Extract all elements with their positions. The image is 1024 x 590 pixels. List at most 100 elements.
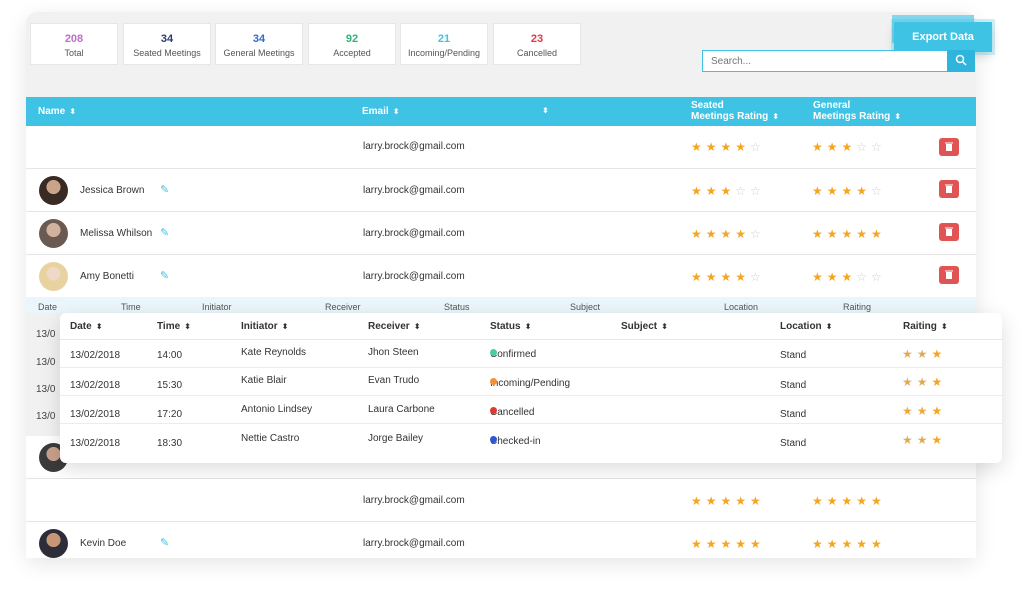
seated-rating[interactable]: ★★★★☆ — [691, 225, 765, 243]
row-name: Melissa Whilson — [80, 228, 153, 239]
meeting-initiator: Kate Reynolds — [241, 347, 307, 358]
detail-header-receiver[interactable]: Receiver ⬍ — [368, 321, 420, 332]
search-button[interactable] — [947, 50, 975, 72]
stat-general-value: 34 — [252, 33, 266, 45]
detail-header: Date ⬍ Time ⬍ Initiator ⬍ Receiver ⬍ Status ⬍… — [60, 313, 1002, 340]
avatar — [39, 262, 68, 291]
avatar — [39, 176, 68, 205]
meeting-status: Confirmed — [490, 349, 536, 360]
detail-header-status[interactable]: Status ⬍ — [490, 321, 531, 332]
sort-icon: ⬍ — [392, 107, 400, 116]
trash-icon — [945, 184, 953, 193]
delete-button[interactable] — [939, 138, 959, 156]
stat-seated[interactable]: 34 Seated Meetings — [123, 23, 211, 65]
row-email: larry.brock@gmail.com — [363, 538, 465, 549]
detail-header-time[interactable]: Time ⬍ — [157, 321, 191, 332]
detail-header-location[interactable]: Location ⬍ — [780, 321, 832, 332]
table-row[interactable]: larry.brock@gmail.com ★★★★★ ★★★★★ — [26, 479, 976, 522]
header-seated-label-1: Seated — [691, 100, 724, 111]
meeting-row[interactable]: 13/02/2018 15:30 Katie Blair Evan Trudo … — [60, 368, 1002, 396]
detail-header-date-label: Date — [70, 321, 92, 332]
detail-header-subject[interactable]: Subject ⬍ — [621, 321, 668, 332]
stat-seated-label: Seated Meetings — [133, 48, 201, 58]
table-row[interactable]: Melissa Whilson ✎ larry.brock@gmail.com … — [26, 212, 976, 255]
stat-total[interactable]: 208 Total — [30, 23, 118, 65]
delete-button[interactable] — [939, 223, 959, 241]
row-email: larry.brock@gmail.com — [363, 271, 465, 282]
detail-header-date[interactable]: Date ⬍ — [70, 321, 102, 332]
meeting-initiator: Nettie Castro — [241, 433, 300, 444]
seated-rating[interactable]: ★★★☆☆ — [691, 182, 765, 200]
detail-header-status-label: Status — [490, 321, 521, 332]
row-name: Jessica Brown — [80, 185, 145, 196]
seated-rating[interactable]: ★★★★☆ — [691, 138, 765, 156]
meeting-location: Stand — [780, 380, 807, 391]
left-date: 13/0 — [36, 384, 56, 395]
stat-accepted-value: 92 — [345, 33, 359, 45]
export-data-button[interactable]: Export Data — [894, 22, 992, 52]
general-rating[interactable]: ★★★★★ — [812, 535, 886, 553]
detail-header-rating[interactable]: Raiting ⬍ — [903, 321, 948, 332]
table-row[interactable]: larry.brock@gmail.com ★★★★☆ ★★★☆☆ — [26, 126, 976, 169]
meeting-time: 18:30 — [157, 438, 183, 449]
stat-total-label: Total — [64, 48, 84, 58]
stat-seated-value: 34 — [160, 33, 174, 45]
header-name[interactable]: Name ⬍ — [38, 106, 76, 117]
delete-button[interactable] — [939, 180, 959, 198]
general-rating[interactable]: ★★★★★ — [812, 225, 886, 243]
general-rating[interactable]: ★★★★☆ — [812, 182, 886, 200]
subheader-receiver: Receiver — [325, 302, 361, 312]
header-email[interactable]: Email ⬍ — [362, 106, 399, 117]
sort-icon: ⬍ — [413, 322, 421, 331]
status-dot-icon — [490, 436, 497, 443]
sort-icon: ⬍ — [940, 322, 948, 331]
row-email: larry.brock@gmail.com — [363, 495, 465, 506]
edit-pencil-icon[interactable]: ✎ — [160, 183, 169, 196]
delete-button[interactable] — [939, 266, 959, 284]
seated-rating[interactable]: ★★★★★ — [691, 492, 765, 510]
trash-icon — [945, 227, 953, 236]
search-input[interactable] — [702, 50, 948, 72]
search-icon — [955, 54, 967, 66]
stat-accepted[interactable]: 92 Accepted — [308, 23, 396, 65]
avatar — [39, 219, 68, 248]
table-row[interactable]: Jessica Brown ✎ larry.brock@gmail.com ★★… — [26, 169, 976, 212]
general-rating[interactable]: ★★★☆☆ — [812, 138, 886, 156]
stat-general[interactable]: 34 General Meetings — [215, 23, 303, 65]
meeting-location: Stand — [780, 409, 807, 420]
meeting-time: 14:00 — [157, 350, 183, 361]
general-rating[interactable]: ★★★☆☆ — [812, 268, 886, 286]
status-dot-icon — [490, 407, 497, 414]
meeting-row[interactable]: 13/02/2018 18:30 Nettie Castro Jorge Bai… — [60, 424, 1002, 452]
sort-icon: ⬍ — [281, 322, 289, 331]
seated-rating[interactable]: ★★★★☆ — [691, 268, 765, 286]
general-rating[interactable]: ★★★★★ — [812, 492, 886, 510]
meeting-status: Incoming/Pending — [490, 378, 570, 389]
stat-pending[interactable]: 21 Incoming/Pending — [400, 23, 488, 65]
header-seated-rating[interactable]: Seated Meetings Rating ⬍ — [691, 100, 779, 122]
meeting-status-label: Confirmed — [490, 349, 537, 360]
subheader-subject: Subject — [570, 302, 601, 312]
detail-header-initiator-label: Initiator — [241, 321, 278, 332]
meeting-initiator: Antonio Lindsey — [241, 404, 313, 415]
meeting-date: 13/02/2018 — [70, 409, 121, 420]
sort-icon: ⬍ — [825, 322, 833, 331]
seated-rating[interactable]: ★★★★★ — [691, 535, 765, 553]
table-row[interactable]: Amy Bonetti ✎ larry.brock@gmail.com ★★★★… — [26, 255, 976, 298]
stat-cancelled[interactable]: 23 Cancelled — [493, 23, 581, 65]
meeting-location: Stand — [780, 350, 807, 361]
meeting-date: 13/02/2018 — [70, 350, 121, 361]
stat-total-value: 208 — [64, 33, 84, 45]
header-general-rating[interactable]: General Meetings Rating ⬍ — [813, 100, 901, 122]
sort-icon: ⬍ — [524, 322, 532, 331]
subheader-status: Status — [444, 302, 470, 312]
meeting-row[interactable]: 13/02/2018 17:20 Antonio Lindsey Laura C… — [60, 396, 1002, 424]
edit-pencil-icon[interactable]: ✎ — [160, 536, 169, 549]
row-name: Kevin Doe — [80, 538, 127, 549]
sort-icon[interactable]: ⬍ — [542, 106, 549, 115]
detail-header-initiator[interactable]: Initiator ⬍ — [241, 321, 288, 332]
meeting-row[interactable]: 13/02/2018 14:00 Kate Reynolds Jhon Stee… — [60, 340, 1002, 368]
edit-pencil-icon[interactable]: ✎ — [160, 226, 169, 239]
edit-pencil-icon[interactable]: ✎ — [160, 269, 169, 282]
table-row[interactable]: Kevin Doe ✎ larry.brock@gmail.com ★★★★★ … — [26, 522, 976, 558]
